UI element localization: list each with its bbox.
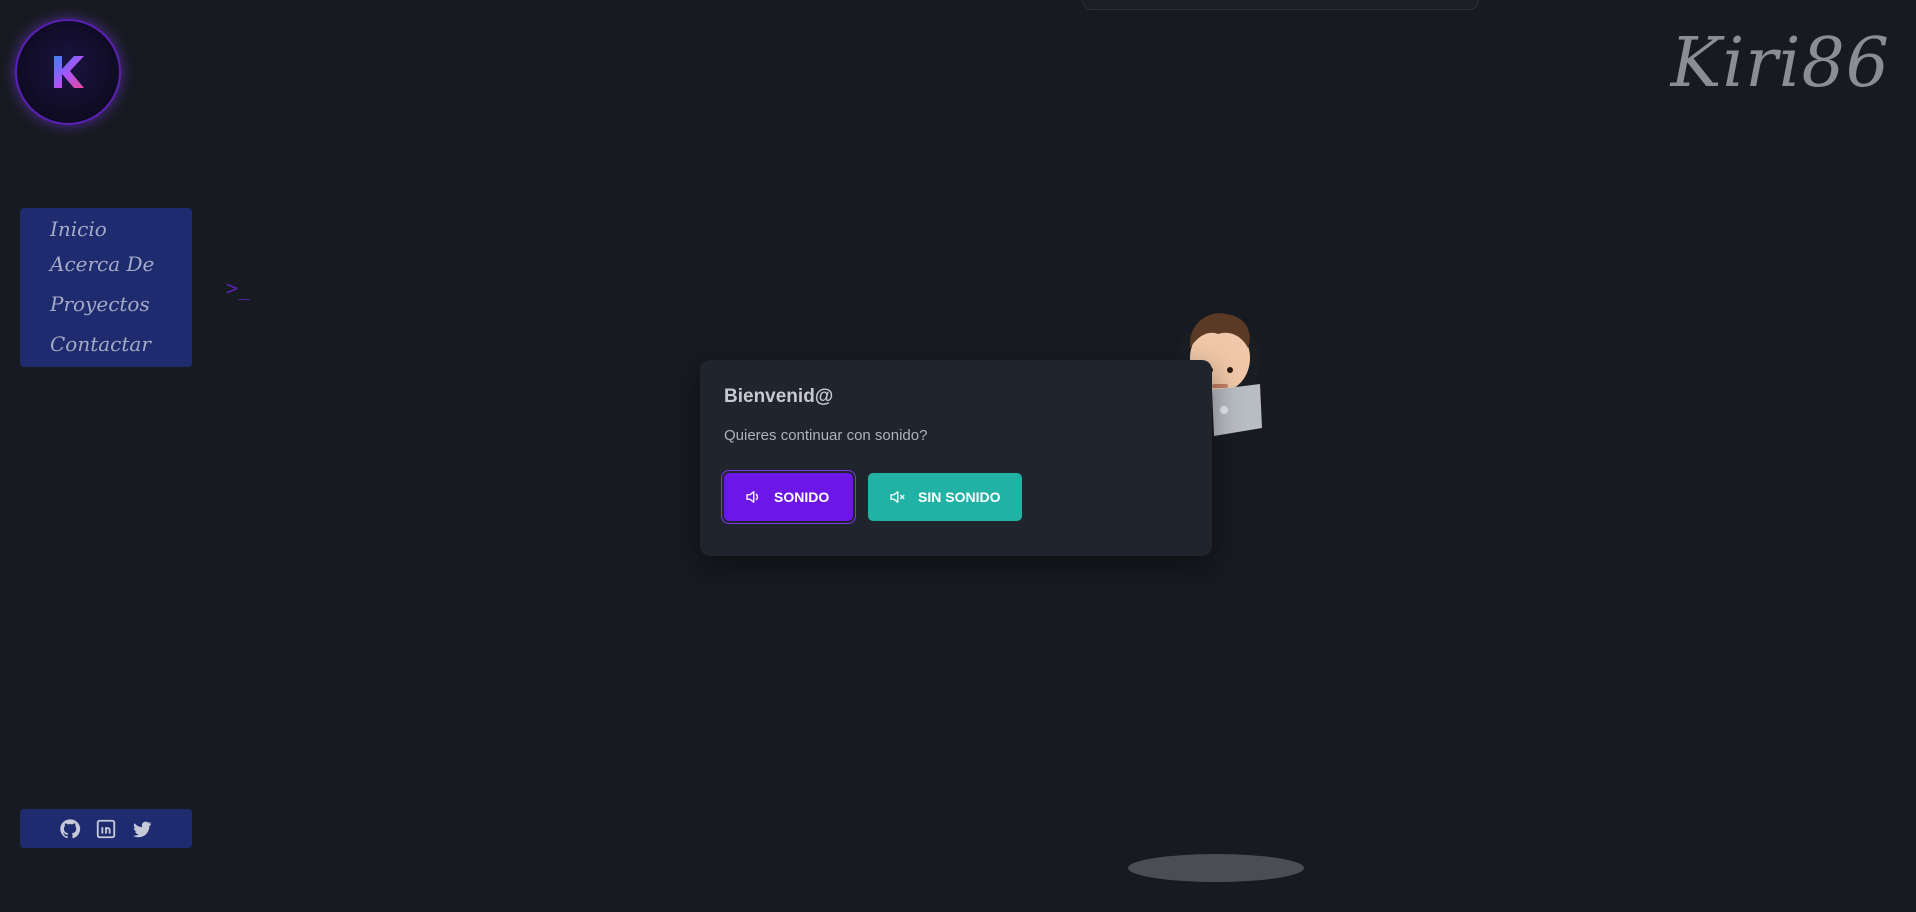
main-nav: Inicio Acerca De Proyectos Contactar (20, 208, 192, 367)
welcome-dialog: Bienvenid@ Quieres continuar con sonido?… (700, 360, 1212, 556)
sound-button-label: SONIDO (774, 489, 830, 505)
speaker-icon (746, 491, 759, 503)
terminal-prompt-icon: >_ (226, 276, 251, 300)
twitter-icon[interactable] (131, 818, 153, 840)
nav-item-inicio[interactable]: Inicio (20, 214, 192, 244)
floor-shadow (1128, 854, 1304, 882)
social-links (20, 809, 192, 848)
nav-item-contactar[interactable]: Contactar (20, 324, 192, 364)
linkedin-icon[interactable] (95, 818, 117, 840)
mute-button-label: SIN SONIDO (918, 489, 1001, 505)
dialog-message: Quieres continuar con sonido? (724, 427, 928, 444)
nav-item-proyectos[interactable]: Proyectos (20, 284, 192, 324)
page: Kiri86 Inicio Acerca De Proyectos Contac… (0, 0, 1916, 912)
site-signature: Kiri86 (1670, 24, 1890, 103)
dialog-actions: SONIDO SIN SONIDO (724, 473, 1188, 521)
top-search-bar[interactable] (1082, 0, 1479, 10)
github-icon[interactable] (59, 818, 81, 840)
site-logo[interactable] (15, 19, 121, 125)
mute-button[interactable]: SIN SONIDO (868, 473, 1022, 521)
dialog-title: Bienvenid@ (724, 386, 834, 407)
sound-button[interactable]: SONIDO (724, 473, 853, 521)
speaker-muted-icon (890, 491, 905, 503)
k-logo-icon (54, 56, 84, 88)
nav-item-acerca-de[interactable]: Acerca De (20, 244, 192, 284)
